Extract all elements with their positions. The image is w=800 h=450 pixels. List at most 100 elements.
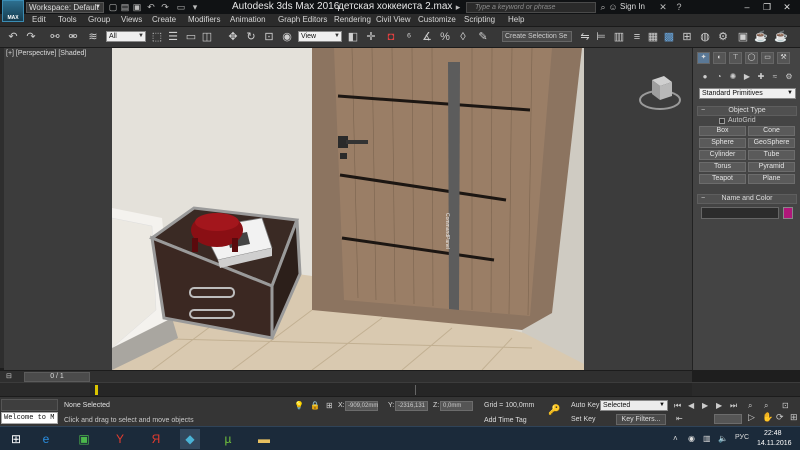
x-coordinate-input[interactable]: -909,02mm	[345, 401, 378, 411]
keyboard-shortcut-override-icon[interactable]: ◘	[384, 30, 398, 44]
zoom-icon[interactable]: ⌕	[748, 401, 752, 411]
new-file-icon[interactable]: ▢	[108, 2, 118, 12]
search-icon[interactable]: ⌕	[598, 2, 608, 12]
menu-help[interactable]: Help	[508, 15, 524, 24]
teapot-button[interactable]: Teapot	[699, 174, 746, 184]
geometry-icon[interactable]: ●	[699, 72, 711, 82]
place-icon[interactable]: ◉	[280, 30, 294, 44]
menu-tools[interactable]: Tools	[58, 15, 77, 24]
exchange-icon[interactable]: ✕	[658, 2, 668, 12]
curve-editor-icon[interactable]: ▩	[662, 30, 676, 44]
render-setup-icon[interactable]: ⚙	[716, 30, 730, 44]
pan-view-icon[interactable]: ✋	[762, 412, 773, 423]
app-logo-icon[interactable]: MAX	[2, 0, 24, 22]
spinner-snap-icon[interactable]: ◊	[456, 30, 470, 44]
box-button[interactable]: Box	[699, 126, 746, 136]
menu-graph-editors[interactable]: Graph Editors	[278, 15, 327, 24]
quick-access-dropdown-icon[interactable]: ▾	[190, 2, 200, 12]
add-time-tag[interactable]: Add Time Tag	[484, 417, 527, 424]
absolute-mode-icon[interactable]: ⊞	[326, 401, 333, 410]
info-center-icon[interactable]: ▸	[453, 2, 463, 12]
selection-filter-dropdown[interactable]: All ▼	[106, 31, 146, 42]
z-coordinate-input[interactable]: 0,0mm	[440, 401, 473, 411]
undo-icon[interactable]: ↶	[6, 30, 20, 44]
key-icon[interactable]: 🔑	[548, 405, 560, 416]
field-of-view-icon[interactable]: ▷	[748, 412, 755, 423]
scale-icon[interactable]: ⊡	[262, 30, 276, 44]
cone-button[interactable]: Cone	[748, 126, 795, 136]
redo-icon[interactable]: ↷	[160, 2, 170, 12]
unlink-icon[interactable]: ⚮	[66, 30, 80, 44]
open-file-icon[interactable]: ▤	[120, 2, 130, 12]
go-to-start-icon[interactable]: ⏮	[674, 401, 681, 411]
perspective-viewport[interactable]: [+] [Perspective] [Shaded] CommandPanel	[4, 48, 692, 370]
helpers-icon[interactable]: ✚	[755, 72, 767, 82]
primitive-category-dropdown[interactable]: Standard Primitives ▼	[699, 88, 796, 99]
toggle-ribbon-icon[interactable]: ▦	[646, 30, 660, 44]
key-mode-toggle-icon[interactable]: ⇤	[676, 414, 683, 423]
clock-date[interactable]: 14.11.2016	[757, 440, 792, 447]
modify-tab-icon[interactable]: ◐	[713, 52, 726, 64]
space-warps-icon[interactable]: ≈	[769, 72, 781, 82]
reference-coordinate-dropdown[interactable]: View ▼	[298, 31, 342, 42]
menu-views[interactable]: Views	[121, 15, 142, 24]
track-bar-area[interactable]	[90, 383, 692, 397]
shapes-icon[interactable]: ◔	[713, 72, 725, 82]
help-icon[interactable]: ?	[674, 2, 684, 12]
isolate-selection-icon[interactable]: 💡	[294, 401, 304, 410]
select-manipulate-icon[interactable]: ✛	[364, 30, 378, 44]
undo-icon[interactable]: ↶	[146, 2, 156, 12]
create-tab-icon[interactable]: ✦	[697, 52, 710, 64]
move-icon[interactable]: ✥	[226, 30, 240, 44]
time-slider[interactable]: 0 / 1	[24, 372, 90, 382]
open-mini-curve-editor-icon[interactable]: ⊟	[6, 372, 16, 382]
restore-icon[interactable]: ❐	[758, 1, 776, 13]
percent-snap-icon[interactable]: %	[438, 30, 452, 44]
mirror-icon[interactable]: ⇋	[578, 30, 592, 44]
snaps-toggle-icon[interactable]: ⁶	[402, 30, 416, 44]
redo-icon[interactable]: ↷	[24, 30, 38, 44]
auto-key-button[interactable]: Auto Key	[571, 402, 599, 409]
bind-space-warp-icon[interactable]: ≋	[86, 30, 100, 44]
plane-button[interactable]: Plane	[748, 174, 795, 184]
key-filters-button[interactable]: Key Filters...	[616, 414, 666, 425]
current-frame-input[interactable]	[714, 414, 742, 424]
viewcube-icon[interactable]	[638, 70, 682, 114]
systems-icon[interactable]: ⚙	[783, 72, 795, 82]
object-name-input[interactable]	[701, 207, 779, 219]
input-language[interactable]: РУС	[735, 434, 749, 441]
y-coordinate-input[interactable]: -2316,131	[395, 401, 428, 411]
select-by-name-icon[interactable]: ☰	[166, 30, 180, 44]
store-icon[interactable]: ▣	[74, 429, 94, 449]
schematic-view-icon[interactable]: ⊞	[680, 30, 694, 44]
menu-civil-view[interactable]: Civil View	[376, 15, 411, 24]
utorrent-icon[interactable]: µ	[218, 429, 238, 449]
selection-lock-icon[interactable]: 🔒	[310, 401, 320, 410]
toggle-scene-explorer-icon[interactable]: ▥	[612, 30, 626, 44]
zoom-all-icon[interactable]: ⌕	[764, 401, 768, 411]
cylinder-button[interactable]: Cylinder	[699, 150, 746, 160]
rectangular-selection-icon[interactable]: ▭	[184, 30, 198, 44]
render-iterative-icon[interactable]: ☕	[774, 30, 788, 44]
select-object-icon[interactable]: ⬚	[150, 30, 164, 44]
key-mode-dropdown[interactable]: Selected ▼	[600, 400, 668, 411]
toggle-layer-explorer-icon[interactable]: ≡	[630, 30, 644, 44]
yandex-browser-icon[interactable]: Y	[110, 429, 130, 449]
material-editor-icon[interactable]: ◍	[698, 30, 712, 44]
file-explorer-icon[interactable]: ▬	[254, 429, 274, 449]
render-production-icon[interactable]: ☕	[754, 30, 768, 44]
angle-snap-icon[interactable]: ∡	[420, 30, 434, 44]
set-key-button[interactable]: Set Key	[571, 416, 596, 423]
autogrid-checkbox[interactable]: AutoGrid	[719, 117, 756, 124]
motion-tab-icon[interactable]: ◯	[745, 52, 758, 64]
yandex-app-icon[interactable]: Я	[146, 429, 166, 449]
menu-create[interactable]: Create	[152, 15, 176, 24]
named-selection-sets-dropdown[interactable]: Create Selection Se	[502, 31, 572, 42]
orbit-icon[interactable]: ⟳	[776, 412, 784, 423]
cameras-icon[interactable]: ▶	[741, 72, 753, 82]
keyword-search-input[interactable]: Type a keyword or phrase	[466, 2, 596, 13]
menu-group[interactable]: Group	[88, 15, 110, 24]
user-icon[interactable]: ☺	[608, 2, 618, 12]
volume-icon[interactable]: 🔈	[718, 434, 728, 443]
close-icon[interactable]: ✕	[778, 1, 796, 13]
